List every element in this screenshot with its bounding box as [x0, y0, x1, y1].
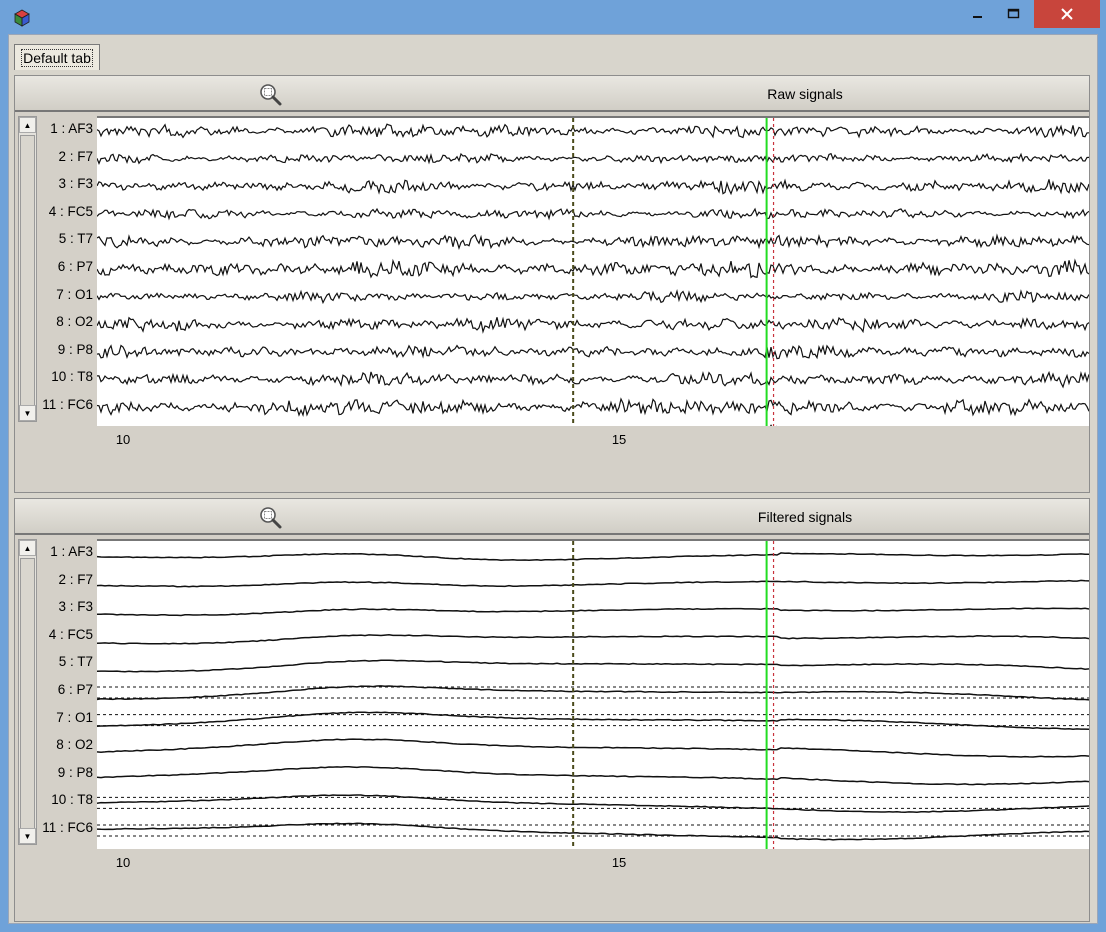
- signal-trace: [97, 316, 1089, 334]
- filtered-signals-panel: Filtered signals ▲ ▼ 1 : AF3 2 : F7 3 : F3…: [14, 498, 1090, 922]
- channel-labels: 1 : AF3 2 : F7 3 : F3 4 : FC5 5 : T7 6 : P7 7 …: [39, 116, 95, 422]
- title-bar[interactable]: [0, 0, 1106, 34]
- channel-label: 9 : P8: [57, 341, 93, 357]
- raw-signals-panel: Raw signals ▲ ▼ 1 : AF3 2 : F7 3 : F3 4 : F…: [14, 75, 1090, 493]
- channel-label: 3 : F3: [58, 176, 93, 192]
- time-axis: 10 15: [97, 849, 1089, 873]
- signal-plot[interactable]: [97, 539, 1089, 851]
- signal-trace: [97, 579, 1089, 588]
- signal-trace: [97, 765, 1089, 786]
- signal-trace: [97, 397, 1089, 418]
- minimize-button[interactable]: [963, 0, 993, 28]
- scroll-down-button[interactable]: ▼: [19, 405, 36, 421]
- scroll-up-button[interactable]: ▲: [19, 540, 36, 556]
- channel-label: 10 : T8: [51, 369, 93, 385]
- scroll-thumb[interactable]: [20, 558, 35, 830]
- panel-header: Raw signals: [15, 76, 1089, 112]
- signal-trace: [97, 659, 1089, 673]
- signal-trace: [97, 152, 1089, 166]
- channel-label: 9 : P8: [57, 764, 93, 780]
- maximize-icon: [1007, 8, 1020, 19]
- channel-label: 8 : O2: [56, 737, 93, 753]
- signal-trace: [97, 207, 1089, 221]
- zoom-icon[interactable]: [259, 83, 283, 107]
- signal-traces: [97, 541, 1089, 851]
- signal-trace: [97, 711, 1089, 730]
- signal-trace: [97, 685, 1089, 701]
- channel-label: 2 : F7: [58, 148, 93, 164]
- channel-scrollbar[interactable]: ▲ ▼: [18, 116, 37, 422]
- channel-label: 7 : O1: [56, 286, 93, 302]
- channel-label: 4 : FC5: [48, 626, 93, 642]
- channel-label: 5 : T7: [58, 654, 93, 670]
- channel-label: 11 : FC6: [42, 820, 93, 835]
- time-tick-label: 10: [115, 855, 131, 870]
- time-tick-label: 15: [611, 432, 627, 447]
- channel-labels: 1 : AF3 2 : F7 3 : F3 4 : FC5 5 : T7 6 : P7 7 …: [39, 539, 95, 845]
- channel-label: 10 : T8: [51, 792, 93, 808]
- app-icon: [13, 9, 31, 27]
- signal-trace: [97, 258, 1089, 279]
- channel-label: 6 : P7: [57, 682, 93, 697]
- minimize-icon: [973, 16, 982, 18]
- arrow-down-icon: ▼: [23, 408, 32, 418]
- signal-trace: [97, 822, 1089, 841]
- tab-default[interactable]: Default tab: [14, 44, 100, 70]
- signal-trace: [97, 344, 1089, 360]
- signal-traces: [97, 118, 1089, 428]
- channel-label: 4 : FC5: [48, 203, 93, 219]
- signal-trace: [97, 794, 1089, 813]
- signal-trace: [97, 607, 1089, 617]
- channel-label: 3 : F3: [58, 599, 93, 615]
- arrow-down-icon: ▼: [23, 831, 32, 841]
- scroll-up-button[interactable]: ▲: [19, 117, 36, 133]
- panel-title: Raw signals: [767, 86, 843, 102]
- time-tick-label: 10: [115, 432, 131, 447]
- channel-label: 7 : O1: [56, 709, 93, 725]
- scroll-thumb[interactable]: [20, 135, 35, 407]
- scroll-down-button[interactable]: ▼: [19, 828, 36, 844]
- client-area: Default tab Raw signals ▲ ▼ 1 : AF3 2 : F…: [8, 34, 1098, 924]
- signal-trace: [97, 178, 1089, 196]
- signal-plot[interactable]: [97, 116, 1089, 428]
- time-axis: 10 15: [97, 426, 1089, 450]
- signal-trace: [97, 552, 1089, 561]
- channel-label: 5 : T7: [58, 231, 93, 247]
- signal-trace: [97, 233, 1089, 251]
- channel-label: 11 : FC6: [42, 397, 93, 412]
- maximize-button[interactable]: [999, 0, 1029, 28]
- close-icon: [1061, 8, 1073, 20]
- close-button[interactable]: [1034, 0, 1100, 28]
- zoom-icon[interactable]: [259, 506, 283, 530]
- channel-label: 2 : F7: [58, 571, 93, 587]
- tab-label: Default tab: [21, 48, 93, 67]
- channel-scrollbar[interactable]: ▲ ▼: [18, 539, 37, 845]
- panel-header: Filtered signals: [15, 499, 1089, 535]
- signal-trace: [97, 370, 1089, 389]
- channel-label: 1 : AF3: [50, 121, 93, 136]
- channel-label: 8 : O2: [56, 314, 93, 330]
- application-window: Default tab Raw signals ▲ ▼ 1 : AF3 2 : F…: [0, 0, 1106, 932]
- arrow-up-icon: ▲: [23, 543, 32, 553]
- arrow-up-icon: ▲: [23, 120, 32, 130]
- panel-title: Filtered signals: [757, 509, 853, 525]
- signal-trace: [97, 633, 1089, 645]
- signal-trace: [97, 288, 1089, 305]
- signal-trace: [97, 738, 1089, 758]
- channel-label: 6 : P7: [57, 259, 93, 274]
- time-tick-label: 15: [611, 855, 627, 870]
- channel-label: 1 : AF3: [50, 544, 93, 559]
- signal-trace: [97, 123, 1089, 139]
